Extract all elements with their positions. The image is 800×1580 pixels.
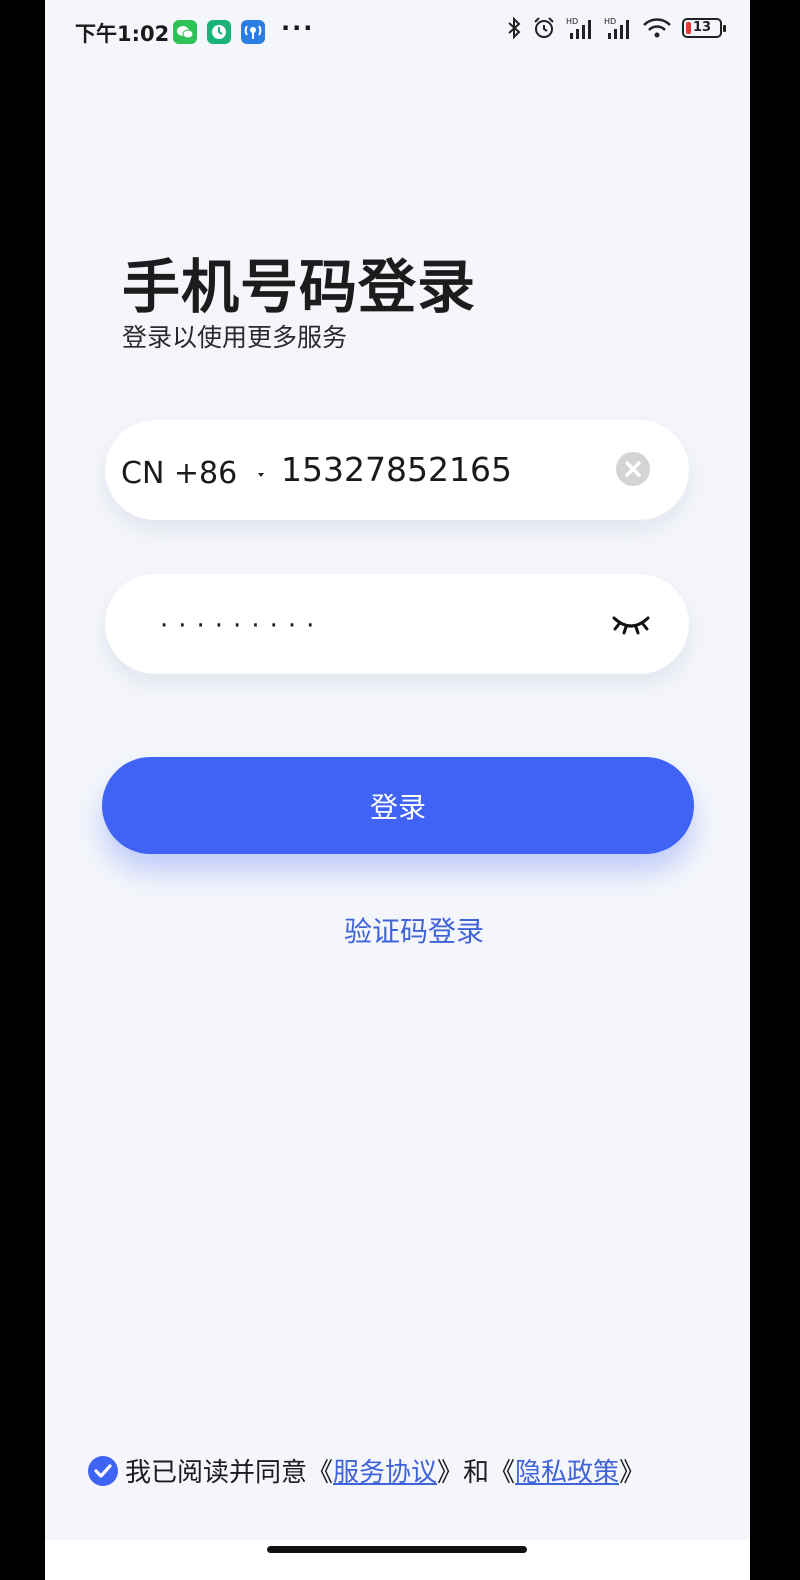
login-button[interactable]: 登录 <box>102 757 694 854</box>
battery-icon: 13 <box>682 18 726 38</box>
agreement-prefix: 我已阅读并同意《 <box>125 1458 334 1488</box>
wechat-icon <box>173 20 197 44</box>
password-field <box>105 574 689 674</box>
clear-icon[interactable] <box>615 451 651 487</box>
more-notifications-icon: ··· <box>281 14 315 42</box>
status-bar: 下午1:02 ··· HD HD 13 <box>45 0 750 64</box>
security-app-icon <box>207 20 231 44</box>
page-title: 手机号码登录 <box>122 253 477 321</box>
agreement-suffix: 》 <box>619 1458 646 1488</box>
hd-signal-icon: HD <box>604 16 632 40</box>
svg-text:HD: HD <box>604 17 616 26</box>
system-icons: HD HD 13 <box>506 16 726 40</box>
battery-level: 13 <box>692 20 712 35</box>
agreement-checkbox[interactable] <box>87 1455 119 1487</box>
home-indicator[interactable] <box>267 1546 527 1553</box>
phone-input[interactable] <box>281 444 601 494</box>
bluetooth-icon <box>506 16 522 40</box>
alarm-icon <box>532 16 556 40</box>
phone-field: CN +86 <box>105 420 689 520</box>
service-agreement-link[interactable]: 服务协议 <box>333 1452 437 1489</box>
hd-signal-icon: HD <box>566 16 594 40</box>
sms-login-link[interactable]: 验证码登录 <box>45 910 750 950</box>
battery-fill <box>686 22 691 34</box>
svg-text:HD: HD <box>566 17 578 26</box>
agreement-row: 我已阅读并同意《 服务协议 》和《 隐私政策 》 <box>87 1452 645 1489</box>
login-screen: 下午1:02 ··· HD HD 13 手机号码登录 登录以使用更多服务 CN … <box>45 0 750 1580</box>
privacy-policy-link[interactable]: 隐私政策 <box>515 1452 619 1489</box>
country-code-selector[interactable]: CN +86 <box>121 456 237 491</box>
chevron-down-icon[interactable] <box>255 465 267 484</box>
eye-closed-icon[interactable] <box>610 612 652 636</box>
wifi-icon <box>642 16 672 40</box>
page-subtitle: 登录以使用更多服务 <box>122 323 348 352</box>
password-input[interactable] <box>160 604 460 648</box>
agreement-middle: 》和《 <box>437 1458 516 1488</box>
status-time: 下午1:02 <box>75 22 170 46</box>
network-app-icon <box>241 20 265 44</box>
